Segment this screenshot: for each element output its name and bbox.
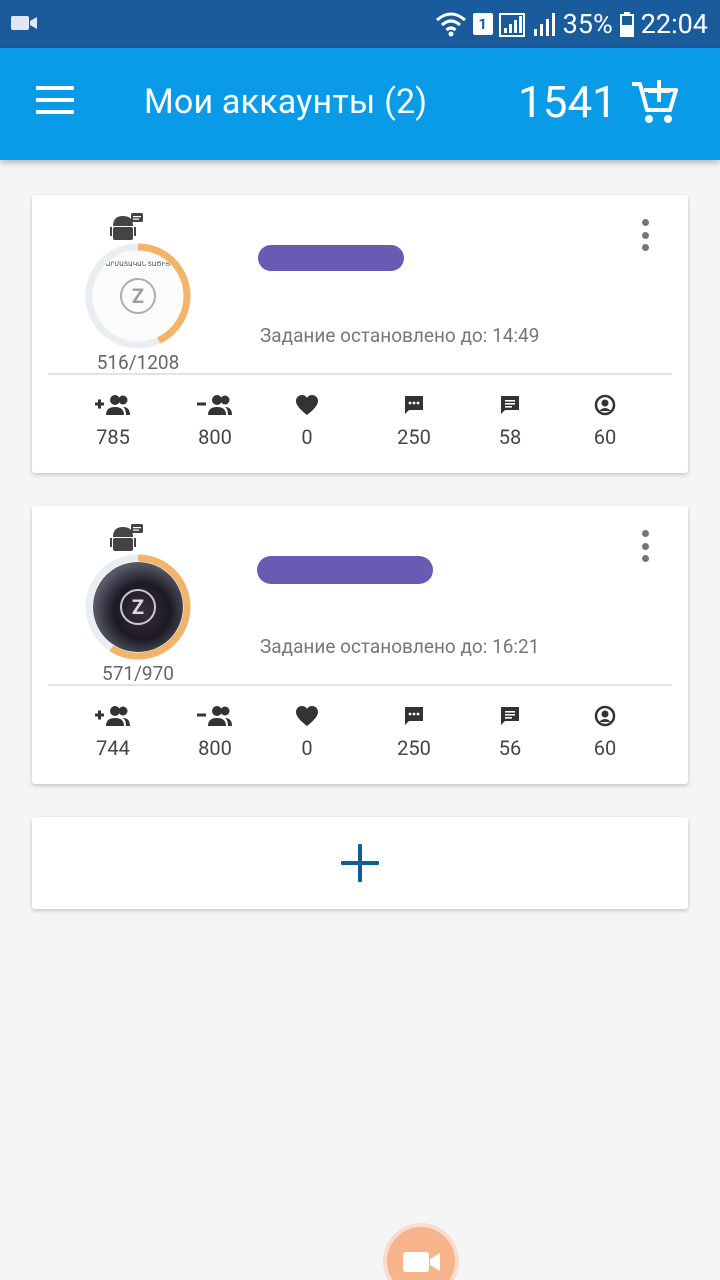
stat-follows: 785 [68,393,158,449]
more-options-button[interactable] [635,528,655,564]
redacted-username [258,245,404,271]
divider [48,684,672,686]
follow-add-icon [95,706,130,726]
sim-badge: 1 [472,13,493,35]
android-icon [110,524,143,551]
video-record-icon [11,16,37,30]
like-heart-icon [296,706,318,726]
stat-comments: 250 [369,393,459,449]
video-camera-icon [403,1252,440,1272]
battery-icon [619,12,634,37]
stat-unfollows: 800 [170,704,260,760]
avatar-monogram-icon: Z [120,278,156,314]
comment-icon [405,707,423,725]
hamburger-menu-button[interactable] [36,86,76,120]
menu-icon-line [36,110,74,114]
status-bar: 1 35% 22:04 [0,0,720,48]
redacted-username [257,556,433,584]
stat-value: 800 [198,736,232,760]
unfollow-icon [197,706,232,726]
avatar-monogram-icon: Z [120,589,156,625]
screen-record-button[interactable] [387,1227,455,1280]
account-card[interactable]: ԱՐՄԱՏԱԿԱՆ ՏԱԾԻՑ Z 516/1208 Задание остан… [32,195,688,473]
stat-value: 744 [96,736,130,760]
progress-counter: 571/970 [102,662,174,685]
stat-messages: 56 [465,704,555,760]
stat-value: 0 [301,736,313,760]
stat-unfollows: 800 [170,393,260,449]
profile-view-icon [594,394,616,416]
android-icon [110,213,143,240]
stat-profile-views: 60 [560,704,650,760]
stat-value: 60 [593,736,617,760]
avatar-image: Z [93,562,183,652]
follow-add-icon [95,395,130,415]
wifi-icon [435,12,466,37]
stat-value: 60 [593,425,617,449]
stat-value: 250 [397,736,431,760]
stat-follows: 744 [68,704,158,760]
message-icon [501,707,519,725]
stat-profile-views: 60 [560,393,650,449]
stat-value: 800 [198,425,232,449]
account-card[interactable]: Z 571/970 Задание остановлено до: 16:21 … [32,506,688,784]
like-heart-icon [296,395,318,415]
stat-value: 785 [96,425,130,449]
more-options-button[interactable] [635,217,655,253]
task-status: Задание остановлено до: 16:21 [260,635,540,658]
plus-icon [341,844,379,882]
app-bar: Мои аккаунты (2) 1541 [0,48,720,160]
stat-likes: 0 [262,704,352,760]
clock: 22:04 [640,8,708,40]
more-dot [641,231,649,239]
add-to-cart-icon[interactable] [630,78,680,128]
stat-messages: 58 [465,393,555,449]
stat-value: 250 [397,425,431,449]
more-dot [641,530,649,537]
more-dot [641,244,649,251]
add-account-button[interactable] [32,817,688,909]
signal-icon-2 [533,13,555,36]
stat-comments: 250 [369,704,459,760]
task-status: Задание остановлено до: 14:49 [260,324,540,347]
avatar: Z [82,551,194,663]
message-icon [501,396,519,414]
stat-likes: 0 [262,393,352,449]
stat-value: 58 [498,425,522,449]
stat-value: 56 [498,736,522,760]
unfollow-icon [197,395,232,415]
avatar: ԱՐՄԱՏԱԿԱՆ ՏԱԾԻՑ Z [82,240,194,352]
signal-icon [498,13,525,37]
profile-view-icon [594,705,616,727]
avatar-image: ԱՐՄԱՏԱԿԱՆ ՏԱԾԻՑ Z [93,251,183,341]
stat-value: 0 [301,425,313,449]
more-dot [641,219,649,226]
page-title: Мои аккаунты (2) [144,82,428,122]
avatar-text: ԱՐՄԱՏԱԿԱՆ ՏԱԾԻՑ [105,261,171,268]
battery-percent: 35% [562,8,613,40]
more-dot [641,555,649,562]
menu-icon-line [36,98,74,102]
divider [48,373,672,375]
comment-icon [405,396,423,414]
more-dot [641,542,649,550]
balance-count: 1541 [518,76,617,128]
menu-icon-line [36,86,74,90]
progress-counter: 516/1208 [96,351,180,374]
